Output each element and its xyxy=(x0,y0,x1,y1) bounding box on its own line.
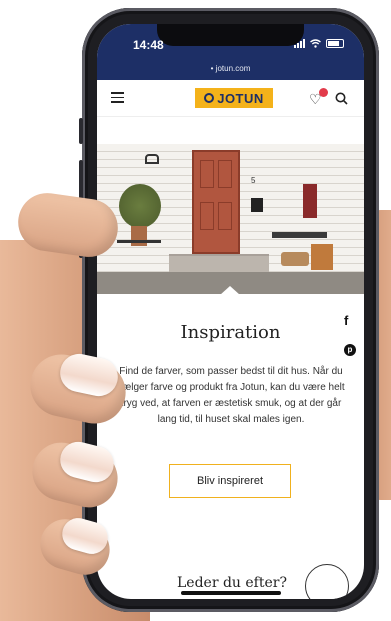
menu-icon[interactable] xyxy=(111,92,124,103)
logo-mark-icon xyxy=(204,93,215,103)
signal-icon xyxy=(294,39,305,48)
bench xyxy=(272,232,327,238)
chat-bubble-icon[interactable] xyxy=(305,564,349,599)
phone-notch xyxy=(157,24,304,46)
house-number: 5 xyxy=(251,176,256,185)
hero-image: 5 xyxy=(97,144,364,294)
home-indicator[interactable] xyxy=(181,591,281,595)
status-time: 14:48 xyxy=(133,38,164,52)
plant-leaves xyxy=(119,184,161,228)
mailbox xyxy=(251,198,263,212)
firewood xyxy=(281,252,309,266)
front-door xyxy=(192,150,240,254)
door-panel xyxy=(200,202,214,230)
url-bar[interactable]: • jotun.com xyxy=(97,62,364,80)
pinterest-icon[interactable]: p xyxy=(344,344,356,356)
search-prompt: Leder du efter? xyxy=(177,575,287,591)
battery-icon xyxy=(326,39,344,48)
door-panel xyxy=(218,160,232,188)
section-title: Inspiration xyxy=(180,322,281,343)
jotun-logo[interactable]: JOTUN xyxy=(195,88,273,108)
system-icons xyxy=(294,39,344,48)
search-icon[interactable] xyxy=(335,92,348,105)
hero-pointer xyxy=(220,286,240,295)
inspire-button[interactable]: Bliv inspireret xyxy=(169,464,291,498)
hanging-jacket xyxy=(303,184,317,218)
wall-lamp xyxy=(145,154,159,164)
phone-screen: 14:48 • jotun.com JOTUN ♡ 5 f p Inspirat… xyxy=(97,24,364,599)
lock-icon: • xyxy=(210,64,214,73)
phone-side-button xyxy=(79,118,83,144)
site-header: JOTUN ♡ xyxy=(97,80,364,117)
door-panel xyxy=(200,160,214,188)
logo-text: JOTUN xyxy=(217,90,264,106)
status-bar: 14:48 xyxy=(97,24,364,62)
favorites-badge xyxy=(319,88,328,97)
door-panel xyxy=(218,202,232,230)
wifi-icon xyxy=(310,39,321,48)
wooden-stool xyxy=(311,244,333,270)
url-text: jotun.com xyxy=(215,64,251,73)
section-body: Find de farver, som passer bedst til dit… xyxy=(117,366,345,425)
